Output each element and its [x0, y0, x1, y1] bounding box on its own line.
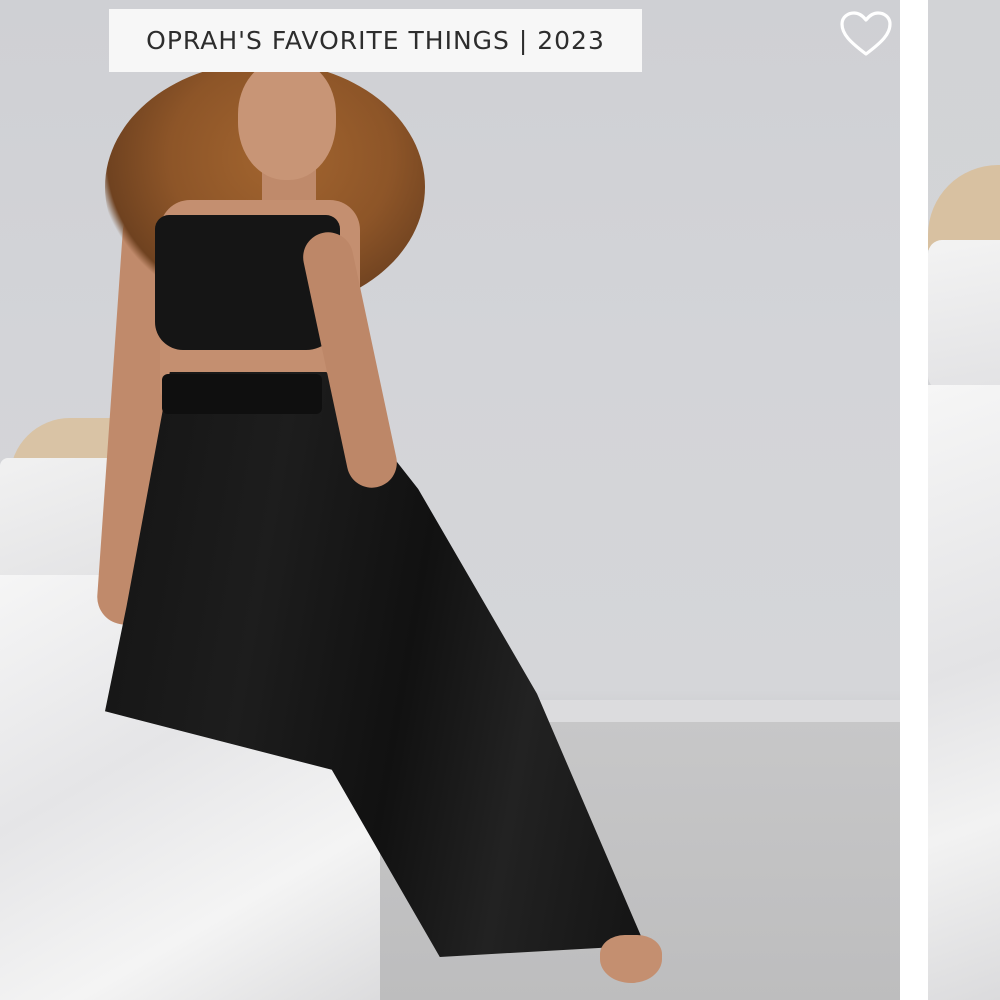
next-pillow — [928, 240, 1000, 390]
next-bed — [928, 385, 1000, 1000]
model-foot — [600, 935, 662, 983]
next-headboard — [928, 165, 1000, 250]
wishlist-button[interactable] — [838, 8, 894, 60]
pants-waistband — [162, 374, 322, 414]
product-card[interactable]: OPRAH'S FAVORITE THINGS | 2023 — [0, 0, 900, 1000]
model-face — [238, 60, 336, 180]
badge-text: OPRAH'S FAVORITE THINGS | 2023 — [146, 26, 605, 55]
heart-outline-icon[interactable] — [839, 10, 893, 58]
next-product-card[interactable] — [928, 0, 1000, 1000]
product-badge: OPRAH'S FAVORITE THINGS | 2023 — [109, 9, 642, 72]
card-gap — [900, 0, 928, 1000]
